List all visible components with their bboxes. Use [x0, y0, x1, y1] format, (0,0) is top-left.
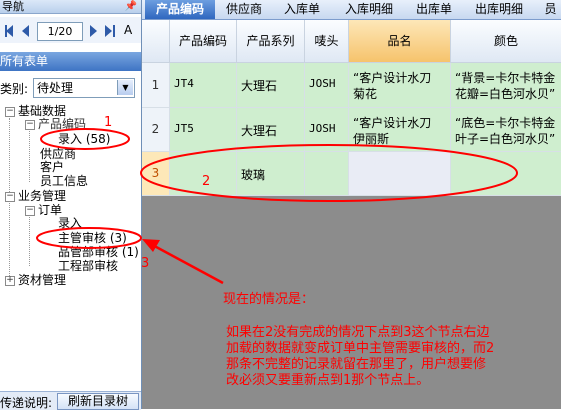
annotation-ellipse-1	[40, 128, 130, 150]
annotation-situation: 现在的情况是：	[223, 292, 315, 307]
annotation-number-1: 1	[104, 115, 113, 130]
annotation-ellipse-3	[36, 227, 142, 249]
annotation-desc-line-3: 那条不完整的记录就留在那里了，用户想要修	[226, 357, 487, 372]
annotation-number-2: 2	[202, 174, 211, 189]
annotation-desc-line-2: 加载的数据就变成订单中主管需要审核的，而2	[226, 341, 495, 356]
annotation-ellipse-2	[140, 144, 518, 202]
annotation-arrow-head	[142, 239, 160, 252]
annotation-arrow-line	[146, 240, 224, 285]
annotation-desc-line-1: 如果在2没有完成的情况下点到3这个节点右边	[226, 325, 490, 340]
annotation-desc-line-4: 改必须又要重新点到1那个节点上。	[226, 373, 430, 388]
annotation-number-3: 3	[141, 256, 150, 271]
